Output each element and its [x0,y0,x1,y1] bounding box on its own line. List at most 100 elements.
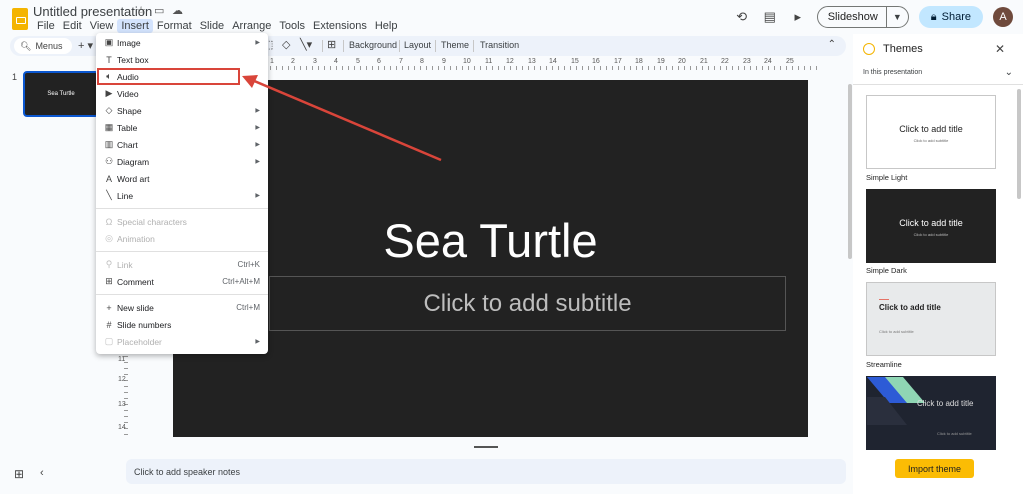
submenu-arrow-icon: ▶ [255,142,260,148]
thumbnail-title: Sea Turtle [47,91,75,97]
menus-search[interactable]: 🔍︎ Menus [14,38,72,54]
themes-scrollbar[interactable] [1017,89,1021,199]
menu-format[interactable]: Format [153,19,196,33]
new-slide-icon[interactable]: + ▾ [78,39,93,52]
background-button[interactable]: Background [349,40,397,50]
menu-item-new-slide[interactable]: + New slide Ctrl+M [96,299,268,316]
theme-card-focus[interactable]: Click to add title Click to add subtitle [866,376,996,450]
star-icon[interactable]: ☆ [136,4,146,17]
import-theme-button[interactable]: Import theme [895,459,974,478]
menu-bar: File Edit View Insert Format Slide Arran… [33,19,401,33]
theme-name: Simple Dark [866,266,907,275]
menu-item-word-art[interactable]: A Word art [96,170,268,187]
hash-icon: # [106,319,112,330]
slide-canvas[interactable]: Sea Turtle Click to add subtitle [173,80,808,437]
horizontal-ruler[interactable]: 1 2 3 4 5 6 7 8 9 10 11 12 13 14 15 16 1… [270,58,818,70]
comment-icon: ⊞ [105,276,113,286]
lock-icon: 🔒︎ [930,10,937,23]
menu-item-link[interactable]: ⚲ Link Ctrl+K [96,256,268,273]
slide-title[interactable]: Sea Turtle [173,213,808,268]
slideshow-label[interactable]: Slideshow [818,11,886,23]
search-icon: 🔍︎ [20,40,32,51]
cloud-status-icon[interactable]: ☁ [172,4,183,17]
theme-name: Simple Light [866,173,908,182]
audio-highlight-box [97,68,240,85]
slides-logo-icon[interactable] [12,8,28,30]
line-icon: ╲ [106,190,112,200]
menu-edit[interactable]: Edit [59,19,86,33]
themes-filter-select[interactable]: In this presentation ⌄ [863,67,1013,78]
menu-item-animation[interactable]: ◎ Animation [96,230,268,247]
menu-help[interactable]: Help [371,19,402,33]
diagram-icon: ⚇ [104,156,114,166]
subtitle-placeholder-text: Click to add subtitle [423,289,632,317]
menu-slide[interactable]: Slide [196,19,228,33]
menu-item-special-characters[interactable]: Ω Special characters [96,213,268,230]
collapse-toolbar-icon[interactable]: ⌃ [828,39,836,50]
theme-card-streamline[interactable]: Click to add title Click to add subtitle [866,282,996,356]
layout-button[interactable]: Layout [404,40,431,50]
menu-file[interactable]: File [33,19,59,33]
shape-tool-icon[interactable]: ◇ [282,38,290,51]
slideshow-button[interactable]: Slideshow ▼ [816,6,909,28]
menu-item-video[interactable]: ▶ Video [96,85,268,102]
version-history-icon[interactable]: ⟲ [733,8,751,26]
grid-view-icon[interactable]: ⊞ [14,467,24,481]
theme-name: Streamline [866,360,902,369]
transition-button[interactable]: Transition [480,40,519,50]
chart-icon: ▥ [104,139,114,149]
table-icon: ▦ [104,122,114,132]
close-icon[interactable]: ✕ [995,42,1005,56]
subtitle-placeholder[interactable]: Click to add subtitle [269,276,786,331]
avatar[interactable]: A [993,7,1013,27]
menu-item-image[interactable]: ▣ Image ▶ [96,34,268,51]
submenu-arrow-icon: ▶ [255,108,260,114]
document-title[interactable]: Untitled presentation [33,4,152,19]
video-icon: ▶ [105,88,113,98]
menu-item-text-box[interactable]: T Text box [96,51,268,68]
speaker-notes[interactable]: Click to add speaker notes [126,459,846,484]
collapse-filmstrip-icon[interactable]: ‹ [40,467,44,479]
add-comment-icon[interactable]: ⊞ [327,38,336,51]
animation-icon: ◎ [105,233,113,243]
submenu-arrow-icon: ▶ [255,193,260,199]
menu-item-line[interactable]: ╲ Line ▶ [96,187,268,204]
comments-icon[interactable]: ▤ [761,8,779,26]
omega-icon: Ω [105,216,113,227]
menu-extensions[interactable]: Extensions [309,19,371,33]
slide-thumbnail[interactable]: Sea Turtle [23,71,99,117]
menu-item-shape[interactable]: ◇ Shape ▶ [96,102,268,119]
menu-insert[interactable]: Insert [117,19,153,33]
submenu-arrow-icon: ▶ [255,125,260,131]
menu-item-slide-numbers[interactable]: # Slide numbers [96,316,268,333]
chevron-down-icon: ⌄ [1004,67,1013,78]
palette-icon [863,43,875,55]
menu-tools[interactable]: Tools [275,19,309,33]
themes-title: Themes [883,43,923,55]
link-icon: ⚲ [105,259,113,269]
menu-item-table[interactable]: ▦ Table ▶ [96,119,268,136]
line-tool-icon[interactable]: ╲▾ [300,38,312,51]
theme-card-simple-dark[interactable]: Click to add title Click to add subtitle [866,189,996,263]
notes-resize-handle[interactable] [474,446,498,448]
menu-item-placeholder[interactable]: ▢ Placeholder ▶ [96,333,268,350]
submenu-arrow-icon: ▶ [255,339,260,345]
image-icon: ▣ [104,37,114,47]
slideshow-dropdown-icon[interactable]: ▼ [885,7,908,27]
theme-card-simple-light[interactable]: Click to add title Click to add subtitle [866,95,996,169]
meet-icon[interactable]: ▸ [789,8,807,26]
submenu-arrow-icon: ▶ [255,159,260,165]
menu-arrange[interactable]: Arrange [228,19,275,33]
menu-item-diagram[interactable]: ⚇ Diagram ▶ [96,153,268,170]
theme-button[interactable]: Theme [441,40,469,50]
menu-item-comment[interactable]: ⊞ Comment Ctrl+Alt+M [96,273,268,290]
share-button[interactable]: 🔒︎ Share [918,6,983,28]
move-folder-icon[interactable]: ▭ [154,4,164,17]
menu-view[interactable]: View [86,19,118,33]
canvas-scrollbar[interactable] [848,84,852,259]
menu-item-chart[interactable]: ▥ Chart ▶ [96,136,268,153]
placeholder-icon: ▢ [104,336,114,346]
vertical-ruler[interactable]: 11 12 13 14 [118,356,128,436]
submenu-arrow-icon: ▶ [255,40,260,46]
theme-card-graphic [867,377,925,425]
